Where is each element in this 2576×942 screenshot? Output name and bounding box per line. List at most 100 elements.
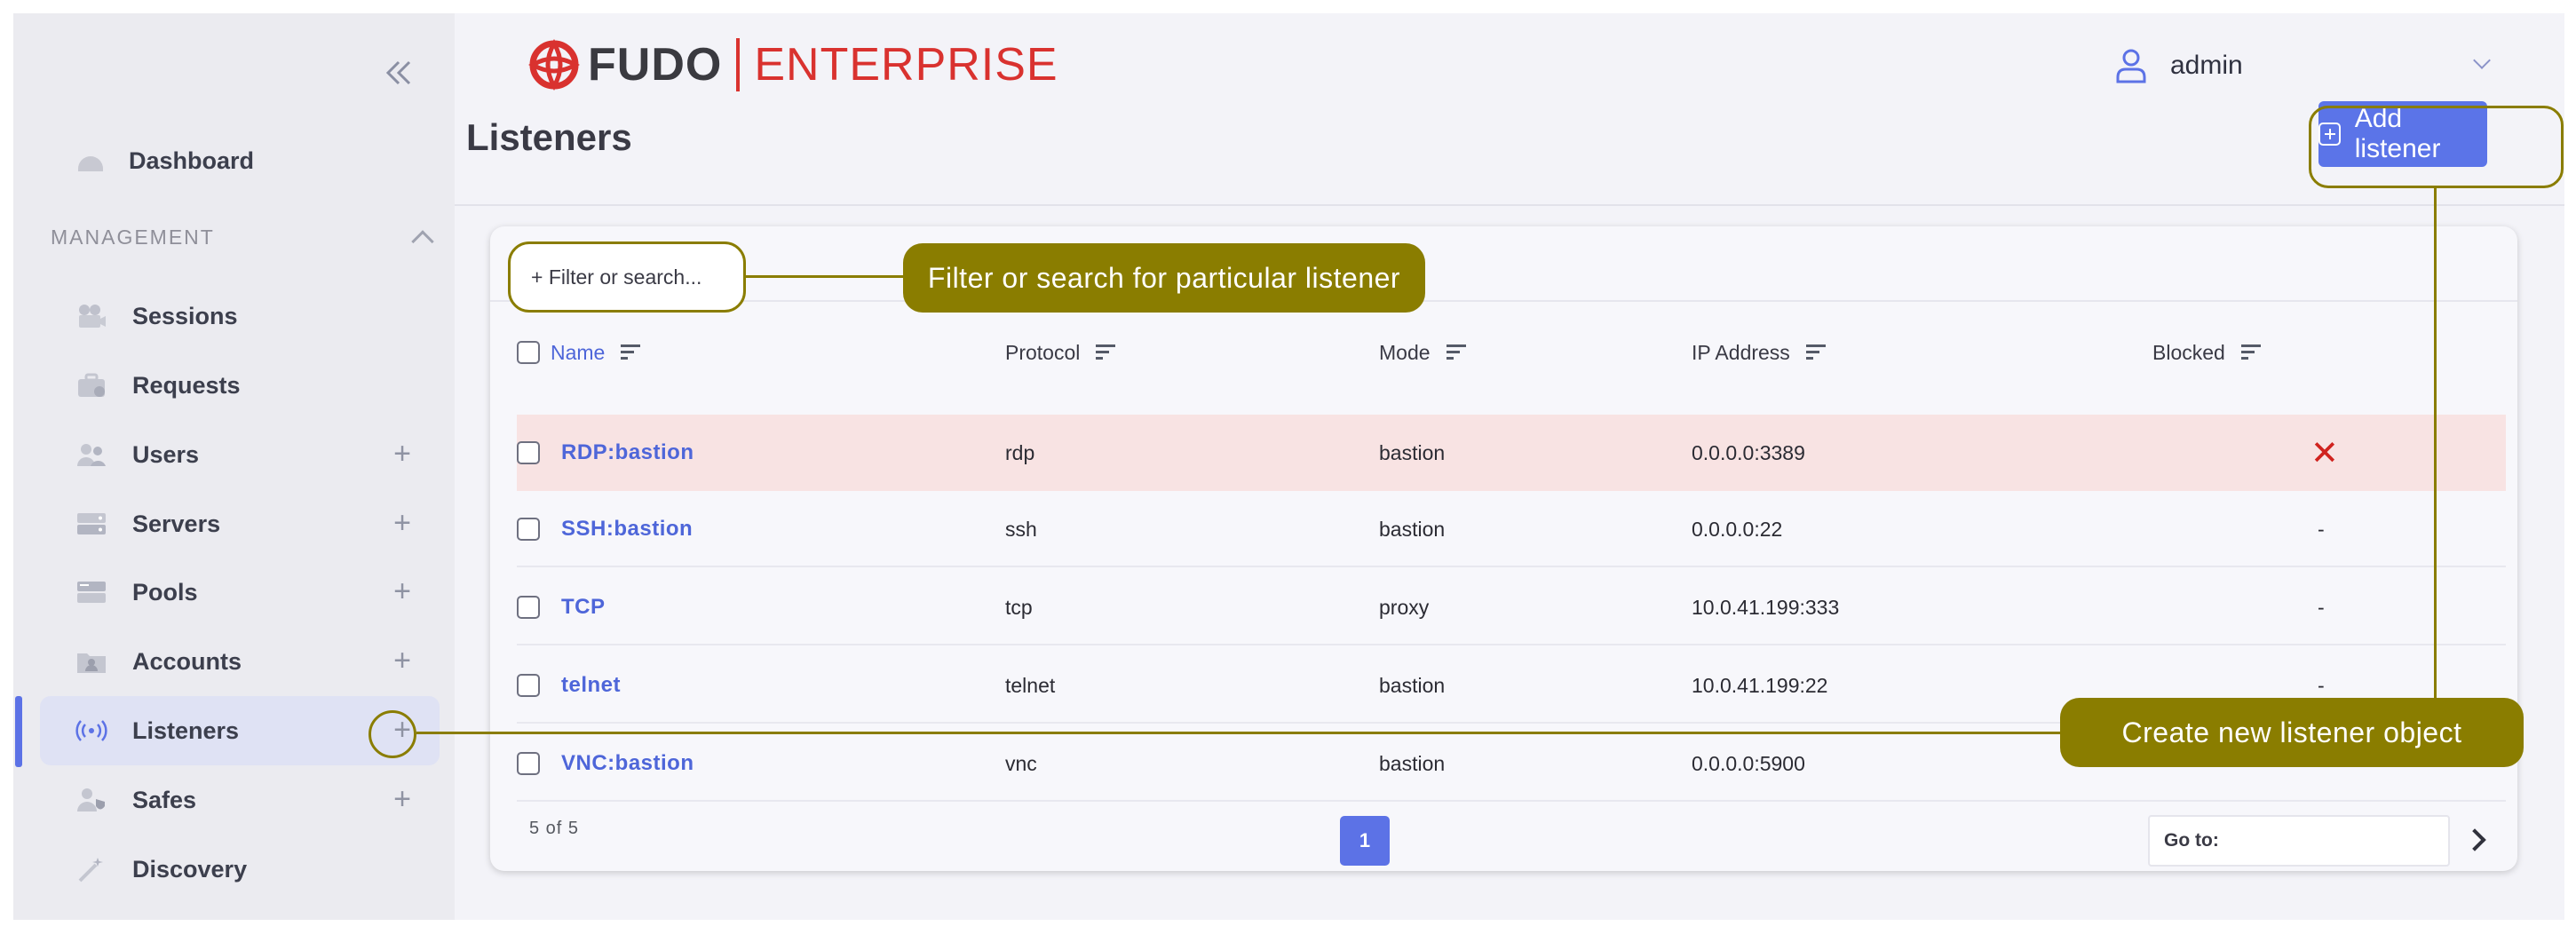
table-row[interactable]: SSH:bastion ssh bastion 0.0.0.0:22 - <box>517 491 2506 567</box>
mode-cell: proxy <box>1379 595 1430 619</box>
column-name-label: Name <box>551 340 606 364</box>
active-indicator <box>15 696 22 767</box>
protocol-cell: telnet <box>1005 673 1056 697</box>
user-icon <box>2116 49 2146 83</box>
row-checkbox[interactable] <box>517 596 540 619</box>
sidebar-item-dashboard[interactable]: Dashboard <box>49 129 440 193</box>
sidebar-item-label: Sessions <box>132 302 238 329</box>
table-header: Name Protocol Mode IP Address Blocked <box>517 330 2506 375</box>
collapse-sidebar-button[interactable] <box>372 55 425 99</box>
mode-cell: bastion <box>1379 673 1446 697</box>
ip-address-cell: 0.0.0.0:22 <box>1692 517 1783 541</box>
sidebar: Dashboard MANAGEMENT Sessions Requests U… <box>13 13 455 920</box>
sidebar-item-users[interactable]: Users + <box>40 420 440 489</box>
column-header-blocked[interactable]: Blocked <box>2152 330 2261 375</box>
users-icon <box>74 437 109 472</box>
sidebar-item-label: Pools <box>132 578 198 606</box>
page-button-current[interactable]: 1 <box>1340 816 1390 866</box>
select-all-checkbox[interactable] <box>517 341 540 364</box>
filter-highlight <box>508 241 746 313</box>
protocol-cell: ssh <box>1005 517 1037 541</box>
sidebar-item-servers[interactable]: Servers + <box>40 489 440 558</box>
sidebar-item-sessions[interactable]: Sessions <box>40 281 440 351</box>
sidebar-item-label: Users <box>132 440 200 468</box>
sidebar-item-label: Dashboard <box>129 146 255 174</box>
table-row[interactable]: RDP:bastion rdp bastion 0.0.0.0:3389 ✕ <box>517 415 2506 491</box>
table-row[interactable]: TCP tcp proxy 10.0.41.199:333 - <box>517 569 2506 645</box>
title-divider <box>455 204 2564 206</box>
user-name: admin <box>2170 51 2243 80</box>
goto-page-input[interactable]: Go to: <box>2148 815 2450 867</box>
sort-icon[interactable] <box>621 344 641 360</box>
row-checkbox[interactable] <box>517 518 540 541</box>
row-checkbox[interactable] <box>517 441 540 464</box>
listener-name-link[interactable]: telnet <box>561 647 621 724</box>
listener-name-link[interactable]: TCP <box>561 569 606 645</box>
sort-icon[interactable] <box>1446 344 1466 360</box>
dashboard-icon <box>75 146 106 176</box>
row-select <box>517 491 551 567</box>
protocol-cell: rdp <box>1005 440 1035 464</box>
pool-icon <box>74 574 109 610</box>
ip-address-cell: 0.0.0.0:5900 <box>1692 751 1805 775</box>
section-label: MANAGEMENT <box>51 225 215 249</box>
sidebar-item-safes[interactable]: Safes + <box>40 765 440 835</box>
row-select <box>517 725 551 802</box>
filter-callout: Filter or search for particular listener <box>903 243 1425 313</box>
sidebar-item-requests[interactable]: Requests <box>40 351 440 420</box>
card-divider <box>490 300 2517 302</box>
page-title: Listeners <box>466 116 632 158</box>
add-user-button[interactable]: + <box>386 439 418 471</box>
ip-address-cell: 10.0.41.199:22 <box>1692 673 1828 697</box>
sidebar-item-pools[interactable]: Pools + <box>40 558 440 627</box>
column-blocked-label: Blocked <box>2152 340 2225 364</box>
add-account-button[interactable]: + <box>386 645 418 677</box>
blocked-x-icon: ✕ <box>2310 434 2339 472</box>
magic-wand-icon <box>74 851 109 887</box>
column-header-mode[interactable]: Mode <box>1379 330 1466 375</box>
user-menu[interactable]: admin <box>2115 45 2491 86</box>
ip-address-cell: 0.0.0.0:3389 <box>1692 440 1805 464</box>
listener-name-link[interactable]: RDP:bastion <box>561 415 694 491</box>
briefcase-icon <box>74 368 109 403</box>
column-header-name[interactable]: Name <box>517 330 641 375</box>
add-server-button[interactable]: + <box>386 508 418 540</box>
sidebar-item-label: Servers <box>132 510 221 537</box>
add-listener-highlight <box>2309 106 2564 188</box>
chevron-up-icon <box>411 230 434 253</box>
create-callout-horizontal-line <box>416 732 2061 734</box>
mode-cell: bastion <box>1379 517 1446 541</box>
sidebar-item-label: Discovery <box>132 855 248 883</box>
sort-icon[interactable] <box>2240 344 2261 360</box>
row-checkbox[interactable] <box>517 752 540 775</box>
sort-icon[interactable] <box>1805 344 1826 360</box>
double-chevron-left-icon <box>385 60 411 85</box>
mode-cell: bastion <box>1379 440 1446 464</box>
sort-icon[interactable] <box>1096 344 1116 360</box>
row-select <box>517 415 551 491</box>
logo-divider <box>736 38 741 91</box>
pagination-count: 5 of 5 <box>529 819 580 838</box>
column-ip-label: IP Address <box>1692 340 1790 364</box>
sidebar-item-label: Accounts <box>132 647 242 675</box>
listener-name-link[interactable]: SSH:bastion <box>561 491 693 567</box>
column-header-protocol[interactable]: Protocol <box>1005 330 1116 375</box>
logo-brand-text: FUDO <box>588 39 723 91</box>
add-safe-button[interactable]: + <box>386 784 418 816</box>
top-header: FUDO ENTERPRISE admin <box>455 13 2564 111</box>
column-header-ip-address[interactable]: IP Address <box>1692 330 1826 375</box>
protocol-cell: vnc <box>1005 751 1037 775</box>
fudo-logo[interactable]: FUDO ENTERPRISE <box>527 36 1058 93</box>
account-folder-icon <box>74 644 109 679</box>
row-checkbox[interactable] <box>517 674 540 697</box>
sidebar-item-accounts[interactable]: Accounts + <box>40 627 440 696</box>
section-management-header[interactable]: MANAGEMENT <box>51 219 441 255</box>
blocked-cell: - <box>2318 517 2325 541</box>
listener-name-link[interactable]: VNC:bastion <box>561 725 694 802</box>
blocked-cell: - <box>2318 595 2325 619</box>
add-pool-button[interactable]: + <box>386 576 418 608</box>
chevron-down-icon <box>2473 51 2491 69</box>
sidebar-item-discovery[interactable]: Discovery <box>40 835 440 904</box>
row-select <box>517 647 551 724</box>
broadcast-icon <box>74 713 109 748</box>
